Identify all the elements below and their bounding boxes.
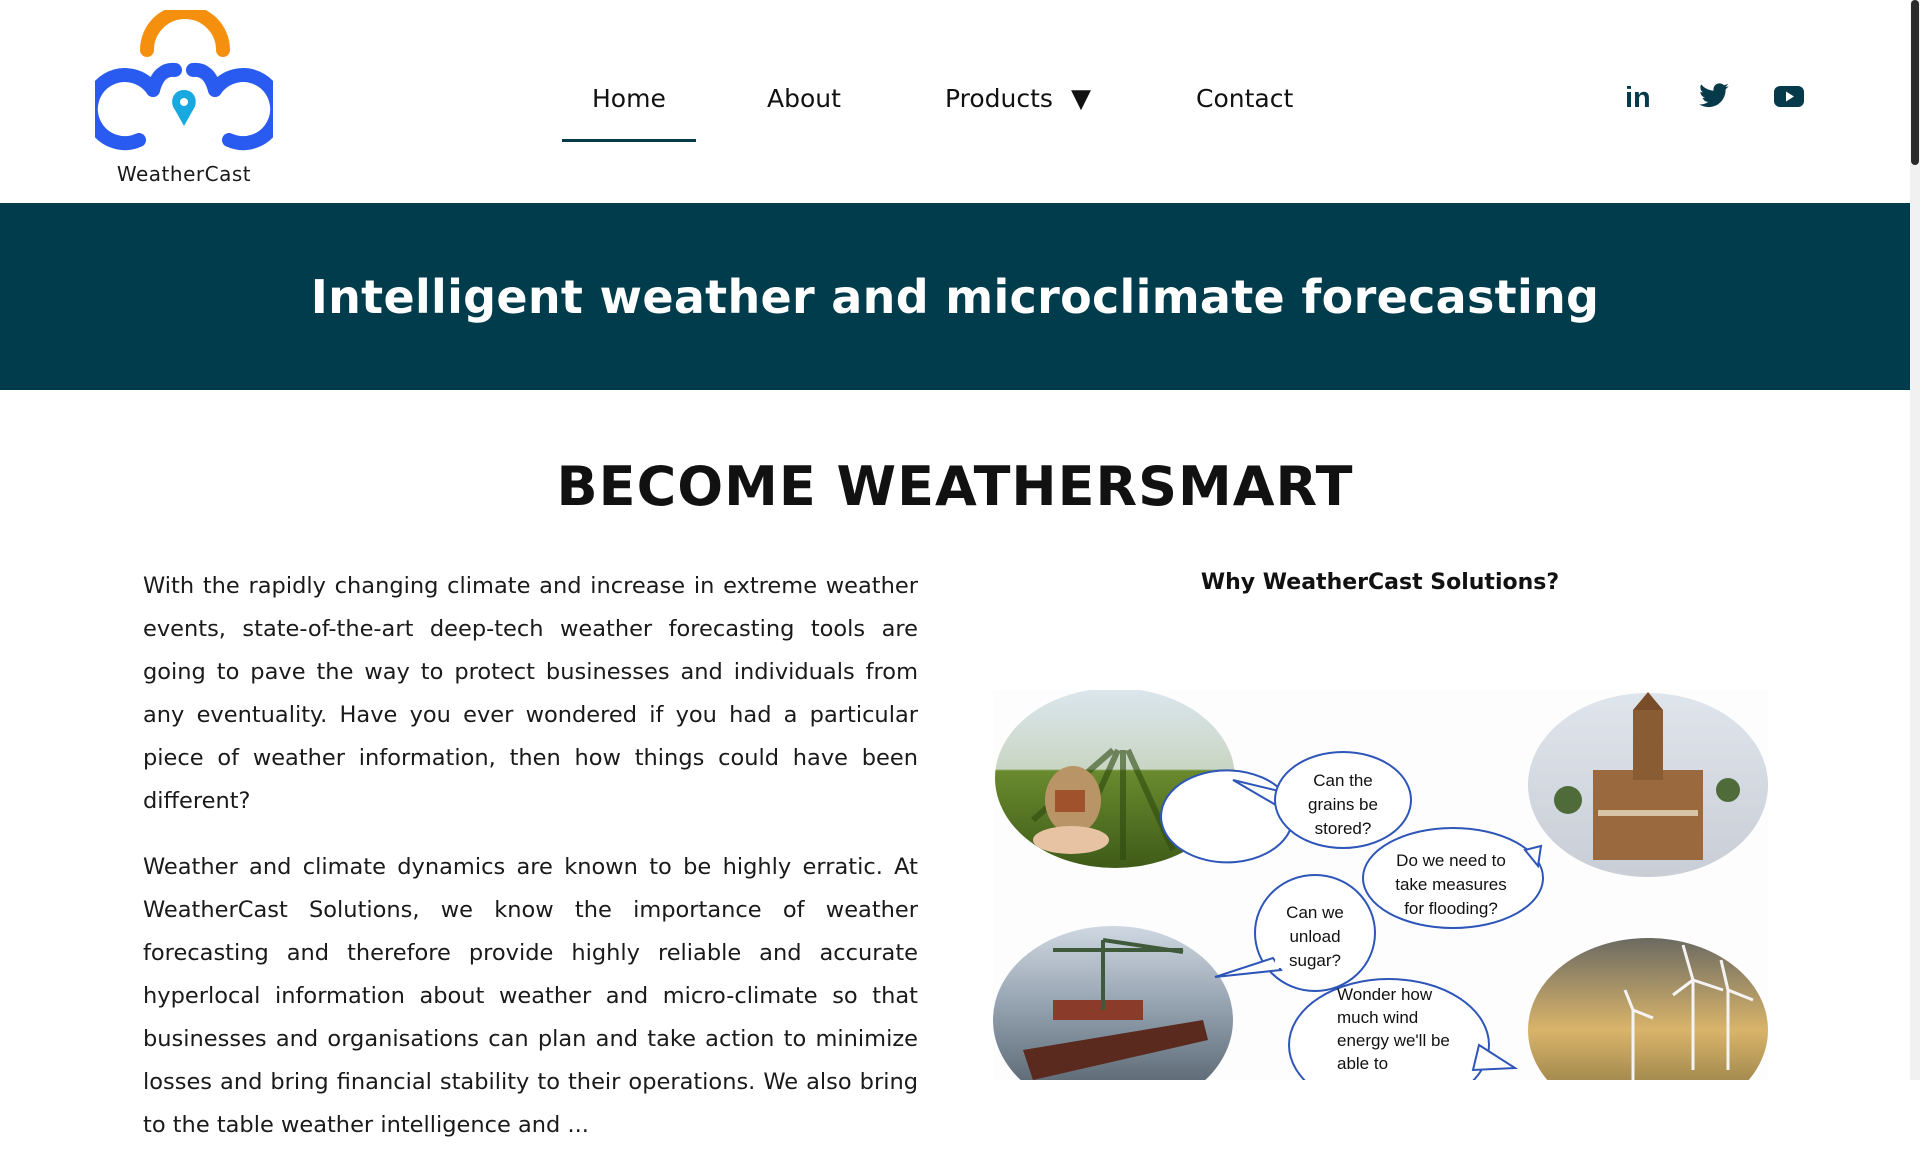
port-photo <box>993 926 1233 1114</box>
scrollbar-thumb[interactable] <box>1911 0 1919 165</box>
section-title: BECOME WEATHERSMART <box>556 455 1354 518</box>
intro-paragraph-2: Weather and climate dynamics are known t… <box>143 854 918 1138</box>
nav-products-label: Products <box>945 84 1053 113</box>
wind-farm-photo <box>1528 938 1768 1122</box>
bubble-4-line-2: much wind <box>1337 1008 1418 1027</box>
banner-title: Intelligent weather and microclimate for… <box>310 269 1600 324</box>
bubble-1-line-3: stored? <box>1315 819 1372 838</box>
weathercast-logo[interactable]: WeatherCast <box>83 5 285 190</box>
bubble-3-line-2: unload <box>1289 927 1340 946</box>
bubble-3-line-3: sugar? <box>1289 951 1341 970</box>
hero-banner: Intelligent weather and microclimate for… <box>0 203 1910 390</box>
nav-home[interactable]: Home <box>562 84 696 142</box>
twitter-icon[interactable] <box>1698 80 1730 112</box>
nav-about[interactable]: About <box>767 84 841 113</box>
intro-paragraph-1: With the rapidly changing climate and in… <box>143 573 918 814</box>
bubble-1-line-1: Can the <box>1313 771 1373 790</box>
nav-products[interactable]: Products ▼ <box>945 84 1091 114</box>
bubble-1-line-2: grains be <box>1308 795 1378 814</box>
bubble-4-line-3: energy we'll be <box>1337 1031 1450 1050</box>
linkedin-icon[interactable]: in <box>1623 80 1655 114</box>
why-title: Why WeatherCast Solutions? <box>1200 570 1560 595</box>
building-photo <box>1528 692 1768 877</box>
why-illustration: Can the grains be stored? Do we need to … <box>993 688 1768 1122</box>
logo-cloud-icon <box>83 5 285 151</box>
youtube-icon[interactable] <box>1773 80 1805 112</box>
nav-contact[interactable]: Contact <box>1196 84 1293 113</box>
svg-text:in: in <box>1625 82 1651 112</box>
logo-text: WeatherCast <box>116 162 252 186</box>
bubble-3-line-1: Can we <box>1286 903 1344 922</box>
bubble-2-line-3: for flooding? <box>1404 899 1498 918</box>
bubble-4-line-1: Wonder how <box>1337 985 1433 1004</box>
bubble-4-line-4: able to <box>1337 1054 1388 1073</box>
intro-text: With the rapidly changing climate and in… <box>143 565 918 1170</box>
site-header: WeatherCast Home About Products ▼ Contact… <box>0 0 1910 203</box>
bubble-2-line-1: Do we need to <box>1396 851 1506 870</box>
caret-down-icon: ▼ <box>1070 84 1091 114</box>
bubble-2-line-2: take measures <box>1395 875 1507 894</box>
page-scrollbar[interactable] <box>1910 0 1920 1080</box>
